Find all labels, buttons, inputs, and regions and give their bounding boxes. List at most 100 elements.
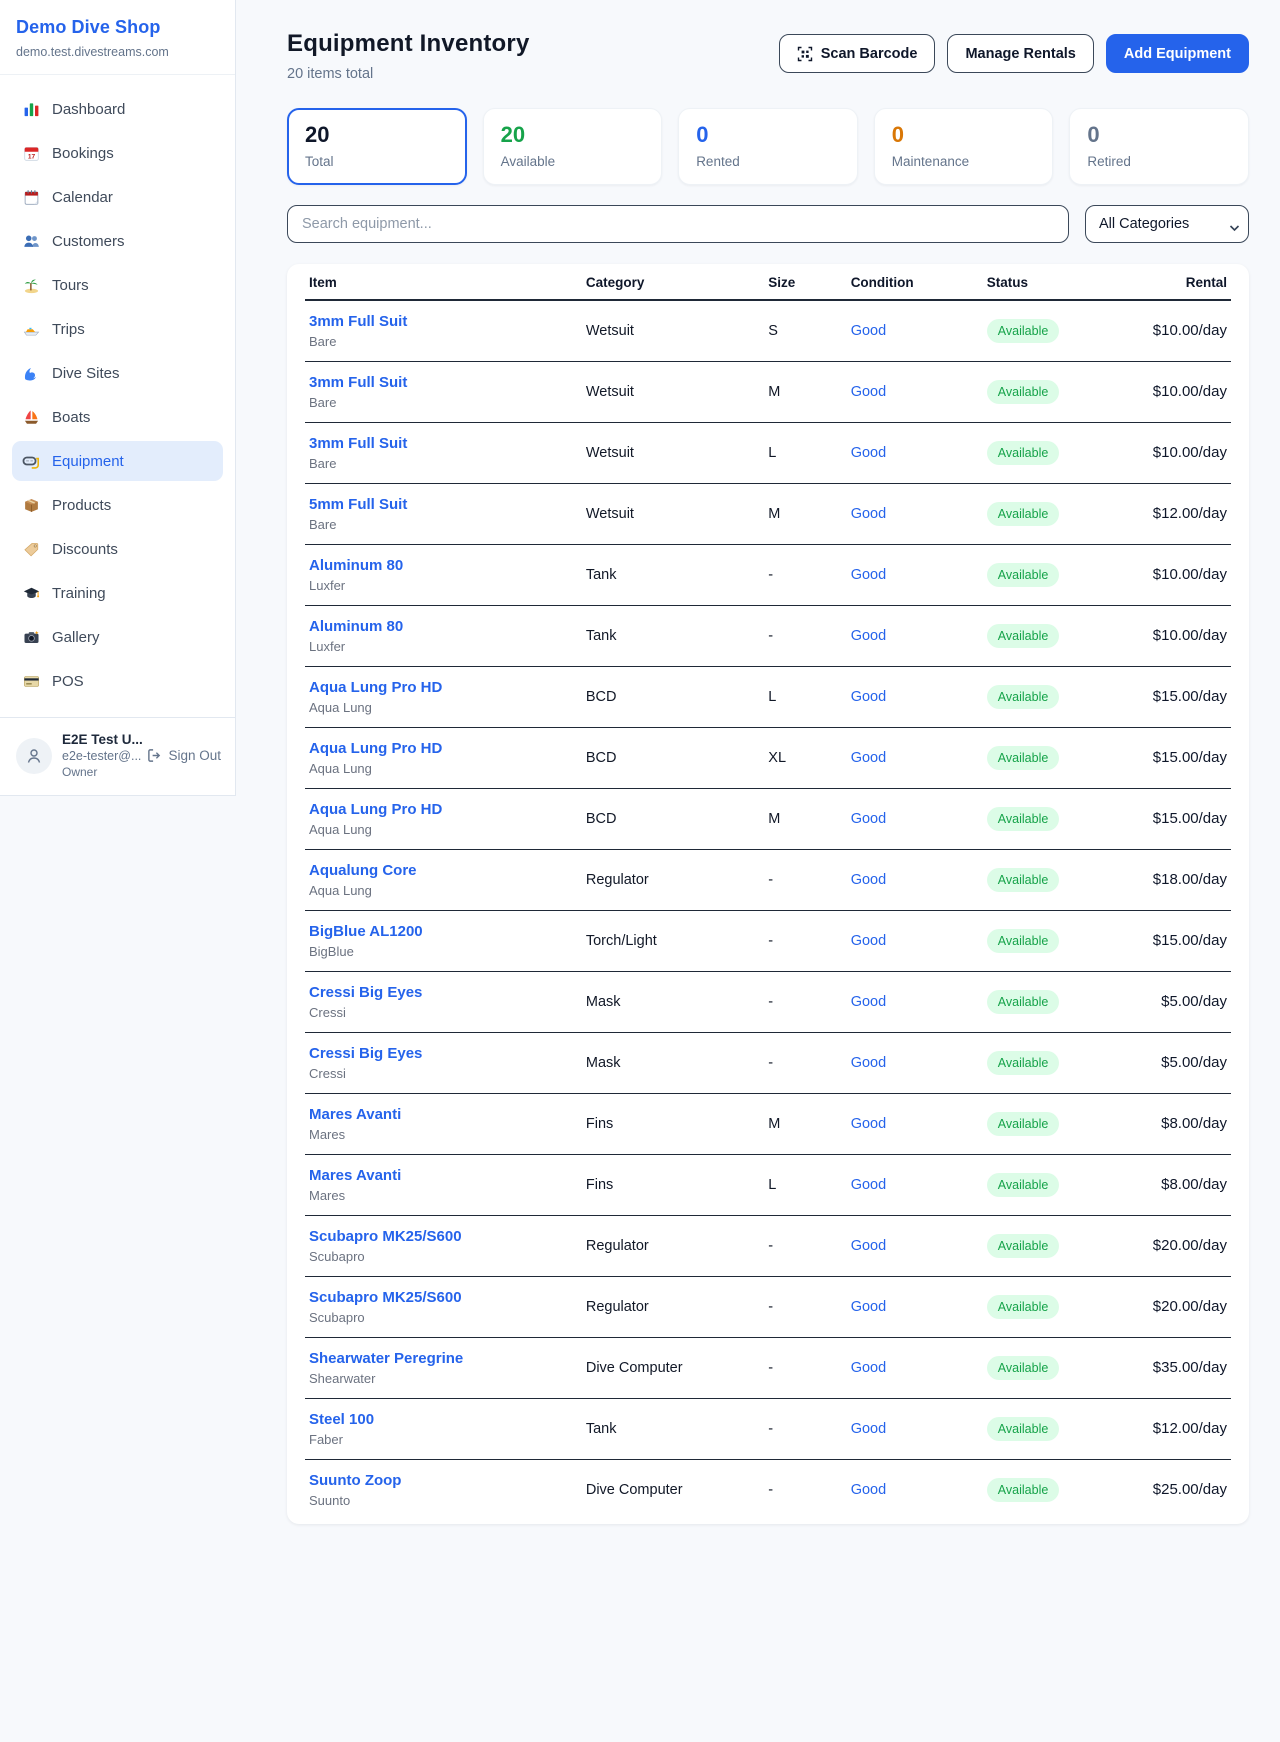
item-name-link[interactable]: Aqualung Core [309,862,578,879]
rental-cell: $15.00/day [1129,666,1231,727]
item-cell: Shearwater PeregrineShearwater [305,1337,582,1398]
sidebar-item-boats[interactable]: Boats [12,397,223,437]
condition-link[interactable]: Good [847,1276,983,1337]
table-row: Suunto ZoopSuuntoDive Computer-GoodAvail… [305,1459,1231,1520]
condition-link[interactable]: Good [847,788,983,849]
sidebar-item-calendar[interactable]: Calendar [12,177,223,217]
item-brand: Scubapro [309,1249,578,1264]
item-name-link[interactable]: BigBlue AL1200 [309,923,578,940]
sidebar-item-dashboard[interactable]: Dashboard [12,89,223,129]
search-input[interactable] [287,205,1069,243]
sidebar-item-label: Products [52,497,111,514]
stat-card-maintenance[interactable]: 0Maintenance [874,108,1054,185]
condition-link[interactable]: Good [847,483,983,544]
condition-link[interactable]: Good [847,666,983,727]
condition-link[interactable]: Good [847,605,983,666]
sidebar-item-bookings[interactable]: 17Bookings [12,133,223,173]
condition-link[interactable]: Good [847,1154,983,1215]
item-name-link[interactable]: Aluminum 80 [309,557,578,574]
item-name-link[interactable]: Scubapro MK25/S600 [309,1228,578,1245]
manage-rentals-button[interactable]: Manage Rentals [947,34,1093,73]
item-cell: Steel 100Faber [305,1398,582,1459]
stat-card-available[interactable]: 20Available [483,108,663,185]
sidebar-item-discounts[interactable]: Discounts [12,529,223,569]
status-badge: Available [987,1234,1060,1258]
sidebar-item-gallery[interactable]: Gallery [12,617,223,657]
sign-out-button[interactable]: Sign Out [147,748,221,763]
item-name-link[interactable]: Aqua Lung Pro HD [309,801,578,818]
condition-link[interactable]: Good [847,1093,983,1154]
size-cell: - [764,910,846,971]
stat-value: 20 [305,122,449,148]
sidebar-item-equipment[interactable]: Equipment [12,441,223,481]
sidebar-item-products[interactable]: Products [12,485,223,525]
item-name-link[interactable]: Steel 100 [309,1411,578,1428]
item-name-link[interactable]: Cressi Big Eyes [309,984,578,1001]
item-name-link[interactable]: Mares Avanti [309,1167,578,1184]
person-icon [24,746,44,766]
rental-cell: $12.00/day [1129,1398,1231,1459]
stat-card-retired[interactable]: 0Retired [1069,108,1249,185]
item-name-link[interactable]: 3mm Full Suit [309,435,578,452]
item-name-link[interactable]: Scubapro MK25/S600 [309,1289,578,1306]
add-equipment-button[interactable]: Add Equipment [1106,34,1249,73]
condition-link[interactable]: Good [847,1398,983,1459]
item-name-link[interactable]: Suunto Zoop [309,1472,578,1489]
item-brand: Bare [309,334,578,349]
condition-link[interactable]: Good [847,727,983,788]
condition-link[interactable]: Good [847,544,983,605]
sidebar-item-training[interactable]: Training [12,573,223,613]
stat-card-rented[interactable]: 0Rented [678,108,858,185]
status-badge: Available [987,563,1060,587]
condition-link[interactable]: Good [847,422,983,483]
item-cell: Suunto ZoopSuunto [305,1459,582,1520]
item-name-link[interactable]: 5mm Full Suit [309,496,578,513]
item-name-link[interactable]: Aluminum 80 [309,618,578,635]
condition-link[interactable]: Good [847,1459,983,1520]
sidebar-item-tours[interactable]: Tours [12,265,223,305]
scan-barcode-button[interactable]: Scan Barcode [779,34,936,73]
category-cell: Tank [582,544,764,605]
status-badge: Available [987,929,1060,953]
sidebar-item-trips[interactable]: Trips [12,309,223,349]
stat-card-total[interactable]: 20Total [287,108,467,185]
item-cell: BigBlue AL1200BigBlue [305,910,582,971]
status-cell: Available [983,666,1129,727]
condition-link[interactable]: Good [847,1337,983,1398]
condition-link[interactable]: Good [847,849,983,910]
table-row: Scubapro MK25/S600ScubaproRegulator-Good… [305,1215,1231,1276]
condition-link[interactable]: Good [847,1215,983,1276]
condition-link[interactable]: Good [847,1032,983,1093]
item-name-link[interactable]: Shearwater Peregrine [309,1350,578,1367]
item-cell: Aluminum 80Luxfer [305,605,582,666]
size-cell: M [764,361,846,422]
item-name-link[interactable]: Mares Avanti [309,1106,578,1123]
sidebar-header: Demo Dive Shop demo.test.divestreams.com [0,0,235,75]
sidebar-item-dive-sites[interactable]: Dive Sites [12,353,223,393]
condition-link[interactable]: Good [847,971,983,1032]
item-name-link[interactable]: 3mm Full Suit [309,313,578,330]
sidebar-item-customers[interactable]: Customers [12,221,223,261]
equipment-table: ItemCategorySizeConditionStatusRental 3m… [305,264,1231,1520]
item-name-link[interactable]: Aqua Lung Pro HD [309,740,578,757]
status-badge: Available [987,1417,1060,1441]
item-name-link[interactable]: Aqua Lung Pro HD [309,679,578,696]
condition-link[interactable]: Good [847,300,983,361]
condition-link[interactable]: Good [847,910,983,971]
item-name-link[interactable]: Cressi Big Eyes [309,1045,578,1062]
size-cell: M [764,1093,846,1154]
category-cell: Regulator [582,849,764,910]
status-cell: Available [983,300,1129,361]
brand-name[interactable]: Demo Dive Shop [16,17,219,38]
category-filter-select[interactable]: All Categories [1085,205,1249,243]
condition-link[interactable]: Good [847,361,983,422]
item-brand: Bare [309,517,578,532]
item-cell: Scubapro MK25/S600 Scubapro [305,1215,582,1276]
sidebar-item-pos[interactable]: POS [12,661,223,701]
rental-cell: $15.00/day [1129,727,1231,788]
status-cell: Available [983,1032,1129,1093]
item-name-link[interactable]: 3mm Full Suit [309,374,578,391]
stats-row: 20Total20Available0Rented0Maintenance0Re… [287,108,1249,185]
sidebar-item-label: Boats [52,409,90,426]
item-brand: Cressi [309,1005,578,1020]
